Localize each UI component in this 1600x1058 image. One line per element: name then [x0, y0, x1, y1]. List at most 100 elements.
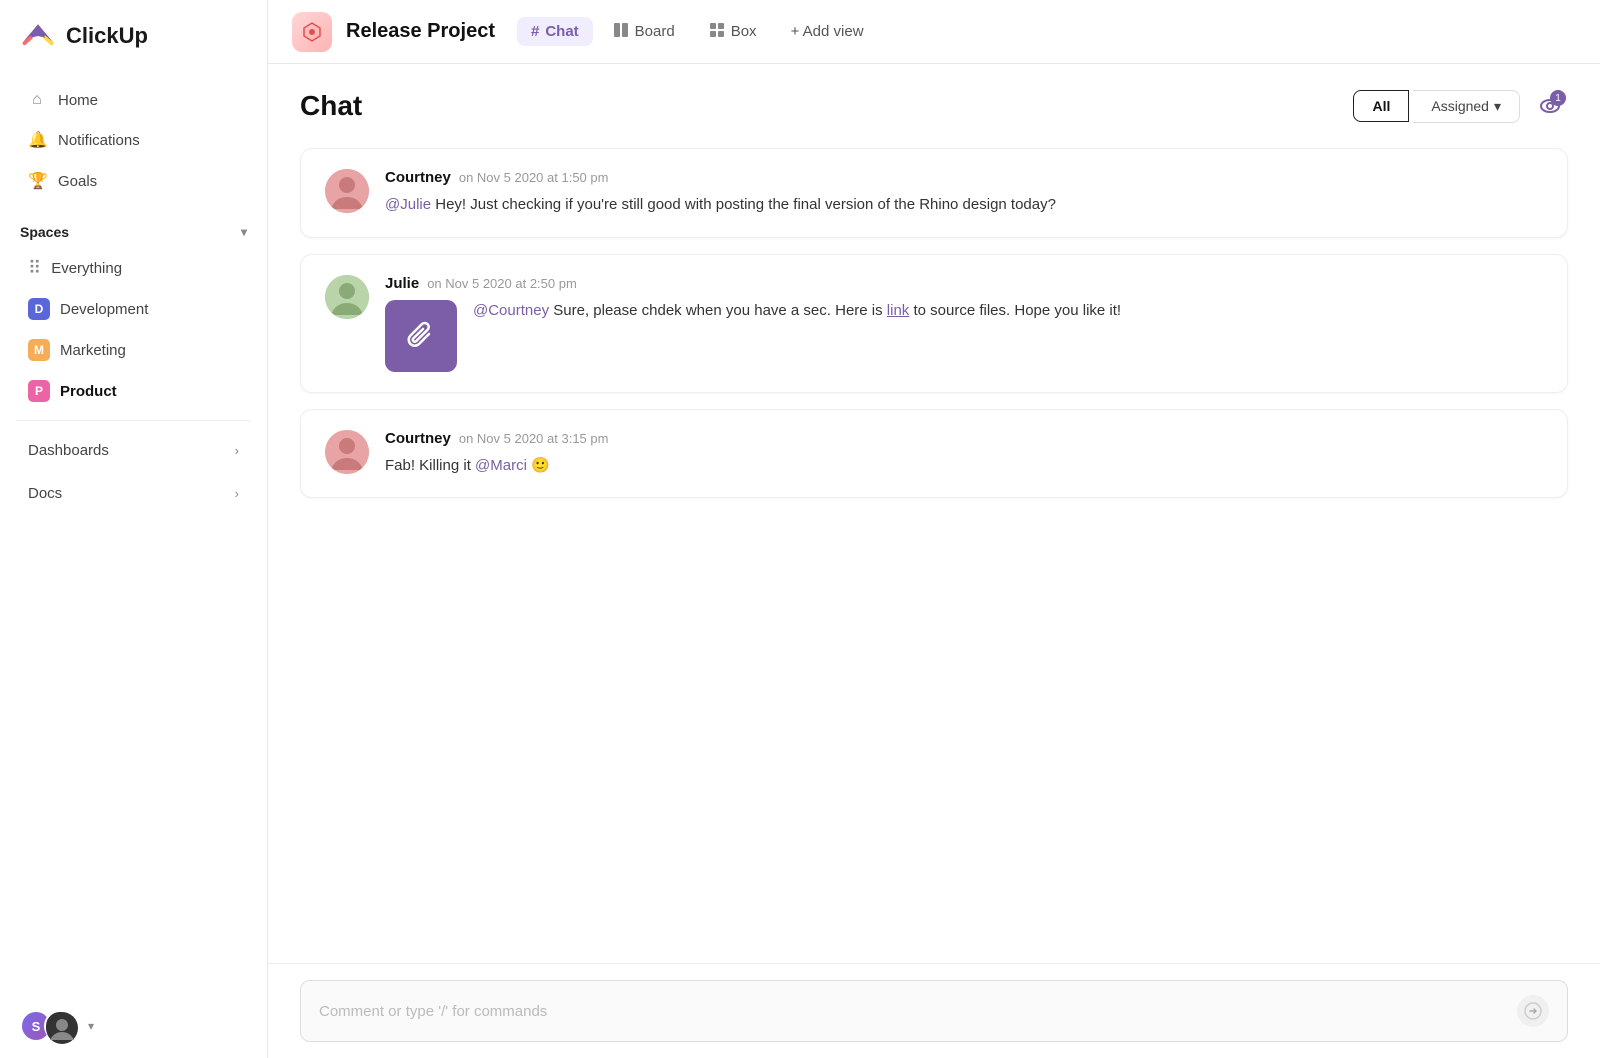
message-meta: Courtney on Nov 5 2020 at 3:15 pm: [385, 430, 1543, 447]
topbar: Release Project # Chat Board Box + Add v…: [268, 0, 1600, 64]
mention-marci: @Marci: [475, 457, 527, 474]
chat-tab-label: Chat: [545, 23, 578, 40]
message-card: Courtney on Nov 5 2020 at 1:50 pm @Julie…: [300, 148, 1568, 238]
filter-assigned-button[interactable]: Assigned ▾: [1413, 90, 1520, 123]
message-body-1: Hey! Just checking if you're still good …: [435, 196, 1056, 213]
tab-box[interactable]: Box: [695, 16, 771, 48]
comment-input-wrap[interactable]: Comment or type '/' for commands: [300, 980, 1568, 1042]
message-author: Julie: [385, 275, 419, 292]
message-body-2b: to source files. Hope you like it!: [913, 302, 1121, 319]
logo-text: ClickUp: [66, 23, 148, 49]
sidebar-item-notifications[interactable]: 🔔 Notifications: [8, 120, 259, 160]
sidebar-item-product[interactable]: P Product: [8, 371, 259, 411]
mention-julie: @Julie: [385, 196, 431, 213]
sidebar-item-home[interactable]: ⌂ Home: [8, 81, 259, 119]
sidebar-item-dashboards-label: Dashboards: [28, 442, 109, 459]
home-icon: ⌂: [28, 91, 46, 109]
dashboards-chevron-icon: ›: [235, 443, 239, 458]
sidebar-item-goals-label: Goals: [58, 173, 97, 190]
attachment-icon[interactable]: [385, 300, 457, 372]
message-time: on Nov 5 2020 at 3:15 pm: [459, 431, 609, 446]
message-text-2: @Courtney Sure, please chdek when you ha…: [473, 300, 1121, 323]
message-body-3a: Fab! Killing it: [385, 457, 475, 474]
development-badge: D: [28, 298, 50, 320]
message-card: Julie on Nov 5 2020 at 2:50 pm @Courtney…: [300, 254, 1568, 393]
mention-courtney: @Courtney: [473, 302, 549, 319]
project-icon: [292, 12, 332, 52]
spaces-header[interactable]: Spaces ▾: [0, 210, 267, 248]
docs-chevron-icon: ›: [235, 486, 239, 501]
sidebar-item-everything[interactable]: ⠿ Everything: [8, 249, 259, 288]
paperclip-icon: [405, 320, 437, 352]
sidebar-item-marketing-label: Marketing: [60, 342, 126, 359]
avatar-julie: [325, 275, 369, 319]
watch-button[interactable]: 1: [1532, 88, 1568, 124]
chat-filters: All Assigned ▾: [1353, 90, 1520, 123]
spaces-chevron-icon: ▾: [241, 225, 247, 239]
product-badge: P: [28, 380, 50, 402]
watch-count-badge: 1: [1550, 90, 1566, 106]
message-author: Courtney: [385, 430, 451, 447]
project-title: Release Project: [346, 20, 495, 43]
sidebar-item-docs[interactable]: Docs ›: [8, 473, 259, 514]
board-tab-icon: [613, 22, 629, 42]
avatar-dark: [44, 1010, 76, 1042]
sidebar-item-dashboards[interactable]: Dashboards ›: [8, 430, 259, 471]
sidebar-nav: ⌂ Home 🔔 Notifications 🏆 Goals: [0, 72, 267, 210]
logo-area[interactable]: ClickUp: [0, 0, 267, 72]
source-files-link[interactable]: link: [887, 302, 910, 319]
spaces-list: ⠿ Everything D Development M Marketing P…: [0, 248, 267, 412]
comment-placeholder: Comment or type '/' for commands: [319, 1003, 547, 1020]
box-tab-icon: [709, 22, 725, 42]
sidebar-item-marketing[interactable]: M Marketing: [8, 330, 259, 370]
message-time: on Nov 5 2020 at 1:50 pm: [459, 170, 609, 185]
sidebar: ClickUp ⌂ Home 🔔 Notifications 🏆 Goals S…: [0, 0, 268, 1058]
sidebar-item-product-label: Product: [60, 383, 117, 400]
avatar-courtney: [325, 169, 369, 213]
sidebar-item-development[interactable]: D Development: [8, 289, 259, 329]
sidebar-item-everything-label: Everything: [51, 260, 122, 277]
bell-icon: 🔔: [28, 130, 46, 150]
message-meta: Courtney on Nov 5 2020 at 1:50 pm: [385, 169, 1543, 186]
add-view-button[interactable]: + Add view: [777, 17, 878, 46]
tab-chat[interactable]: # Chat: [517, 17, 593, 46]
message-content: Courtney on Nov 5 2020 at 3:15 pm Fab! K…: [385, 430, 1543, 478]
board-tab-label: Board: [635, 23, 675, 40]
avatar-courtney-2: [325, 430, 369, 474]
sidebar-item-notifications-label: Notifications: [58, 132, 140, 149]
send-message-button[interactable]: [1517, 995, 1549, 1027]
message-meta: Julie on Nov 5 2020 at 2:50 pm: [385, 275, 1543, 292]
message-text: @Julie Hey! Just checking if you're stil…: [385, 194, 1543, 217]
comment-box: Comment or type '/' for commands: [268, 963, 1600, 1058]
filter-all-button[interactable]: All: [1353, 90, 1409, 122]
add-view-label: + Add view: [791, 23, 864, 40]
assigned-label: Assigned: [1431, 98, 1489, 114]
message-time: on Nov 5 2020 at 2:50 pm: [427, 276, 577, 291]
main-content: Release Project # Chat Board Box + Add v…: [268, 0, 1600, 1058]
box-tab-label: Box: [731, 23, 757, 40]
tab-board[interactable]: Board: [599, 16, 689, 48]
clickup-logo-icon: [20, 18, 56, 54]
bottom-chevron-icon: ▾: [88, 1019, 94, 1033]
sidebar-divider: [16, 420, 251, 421]
message-content: Julie on Nov 5 2020 at 2:50 pm @Courtney…: [385, 275, 1543, 372]
assigned-chevron-icon: ▾: [1494, 98, 1501, 115]
user-avatars[interactable]: S: [20, 1010, 76, 1042]
sidebar-bottom: S ▾: [0, 994, 267, 1058]
attachment-block: @Courtney Sure, please chdek when you ha…: [385, 300, 1543, 372]
sidebar-item-home-label: Home: [58, 92, 98, 109]
sidebar-item-goals[interactable]: 🏆 Goals: [8, 161, 259, 201]
message-text-3: Fab! Killing it @Marci 🙂: [385, 455, 1543, 478]
sidebar-item-docs-label: Docs: [28, 485, 62, 502]
message-body-3b: 🙂: [531, 457, 550, 474]
sidebar-item-development-label: Development: [60, 301, 148, 318]
spaces-label: Spaces: [20, 224, 69, 240]
chat-header: Chat All Assigned ▾ 1: [300, 88, 1568, 124]
chat-title: Chat: [300, 90, 362, 122]
chat-area: Chat All Assigned ▾ 1: [268, 64, 1600, 963]
send-icon: [1524, 1002, 1542, 1020]
message-body-2a: Sure, please chdek when you have a sec. …: [553, 302, 887, 319]
everything-icon: ⠿: [28, 258, 41, 279]
message-card: Courtney on Nov 5 2020 at 3:15 pm Fab! K…: [300, 409, 1568, 499]
project-icon-svg: [300, 20, 324, 44]
